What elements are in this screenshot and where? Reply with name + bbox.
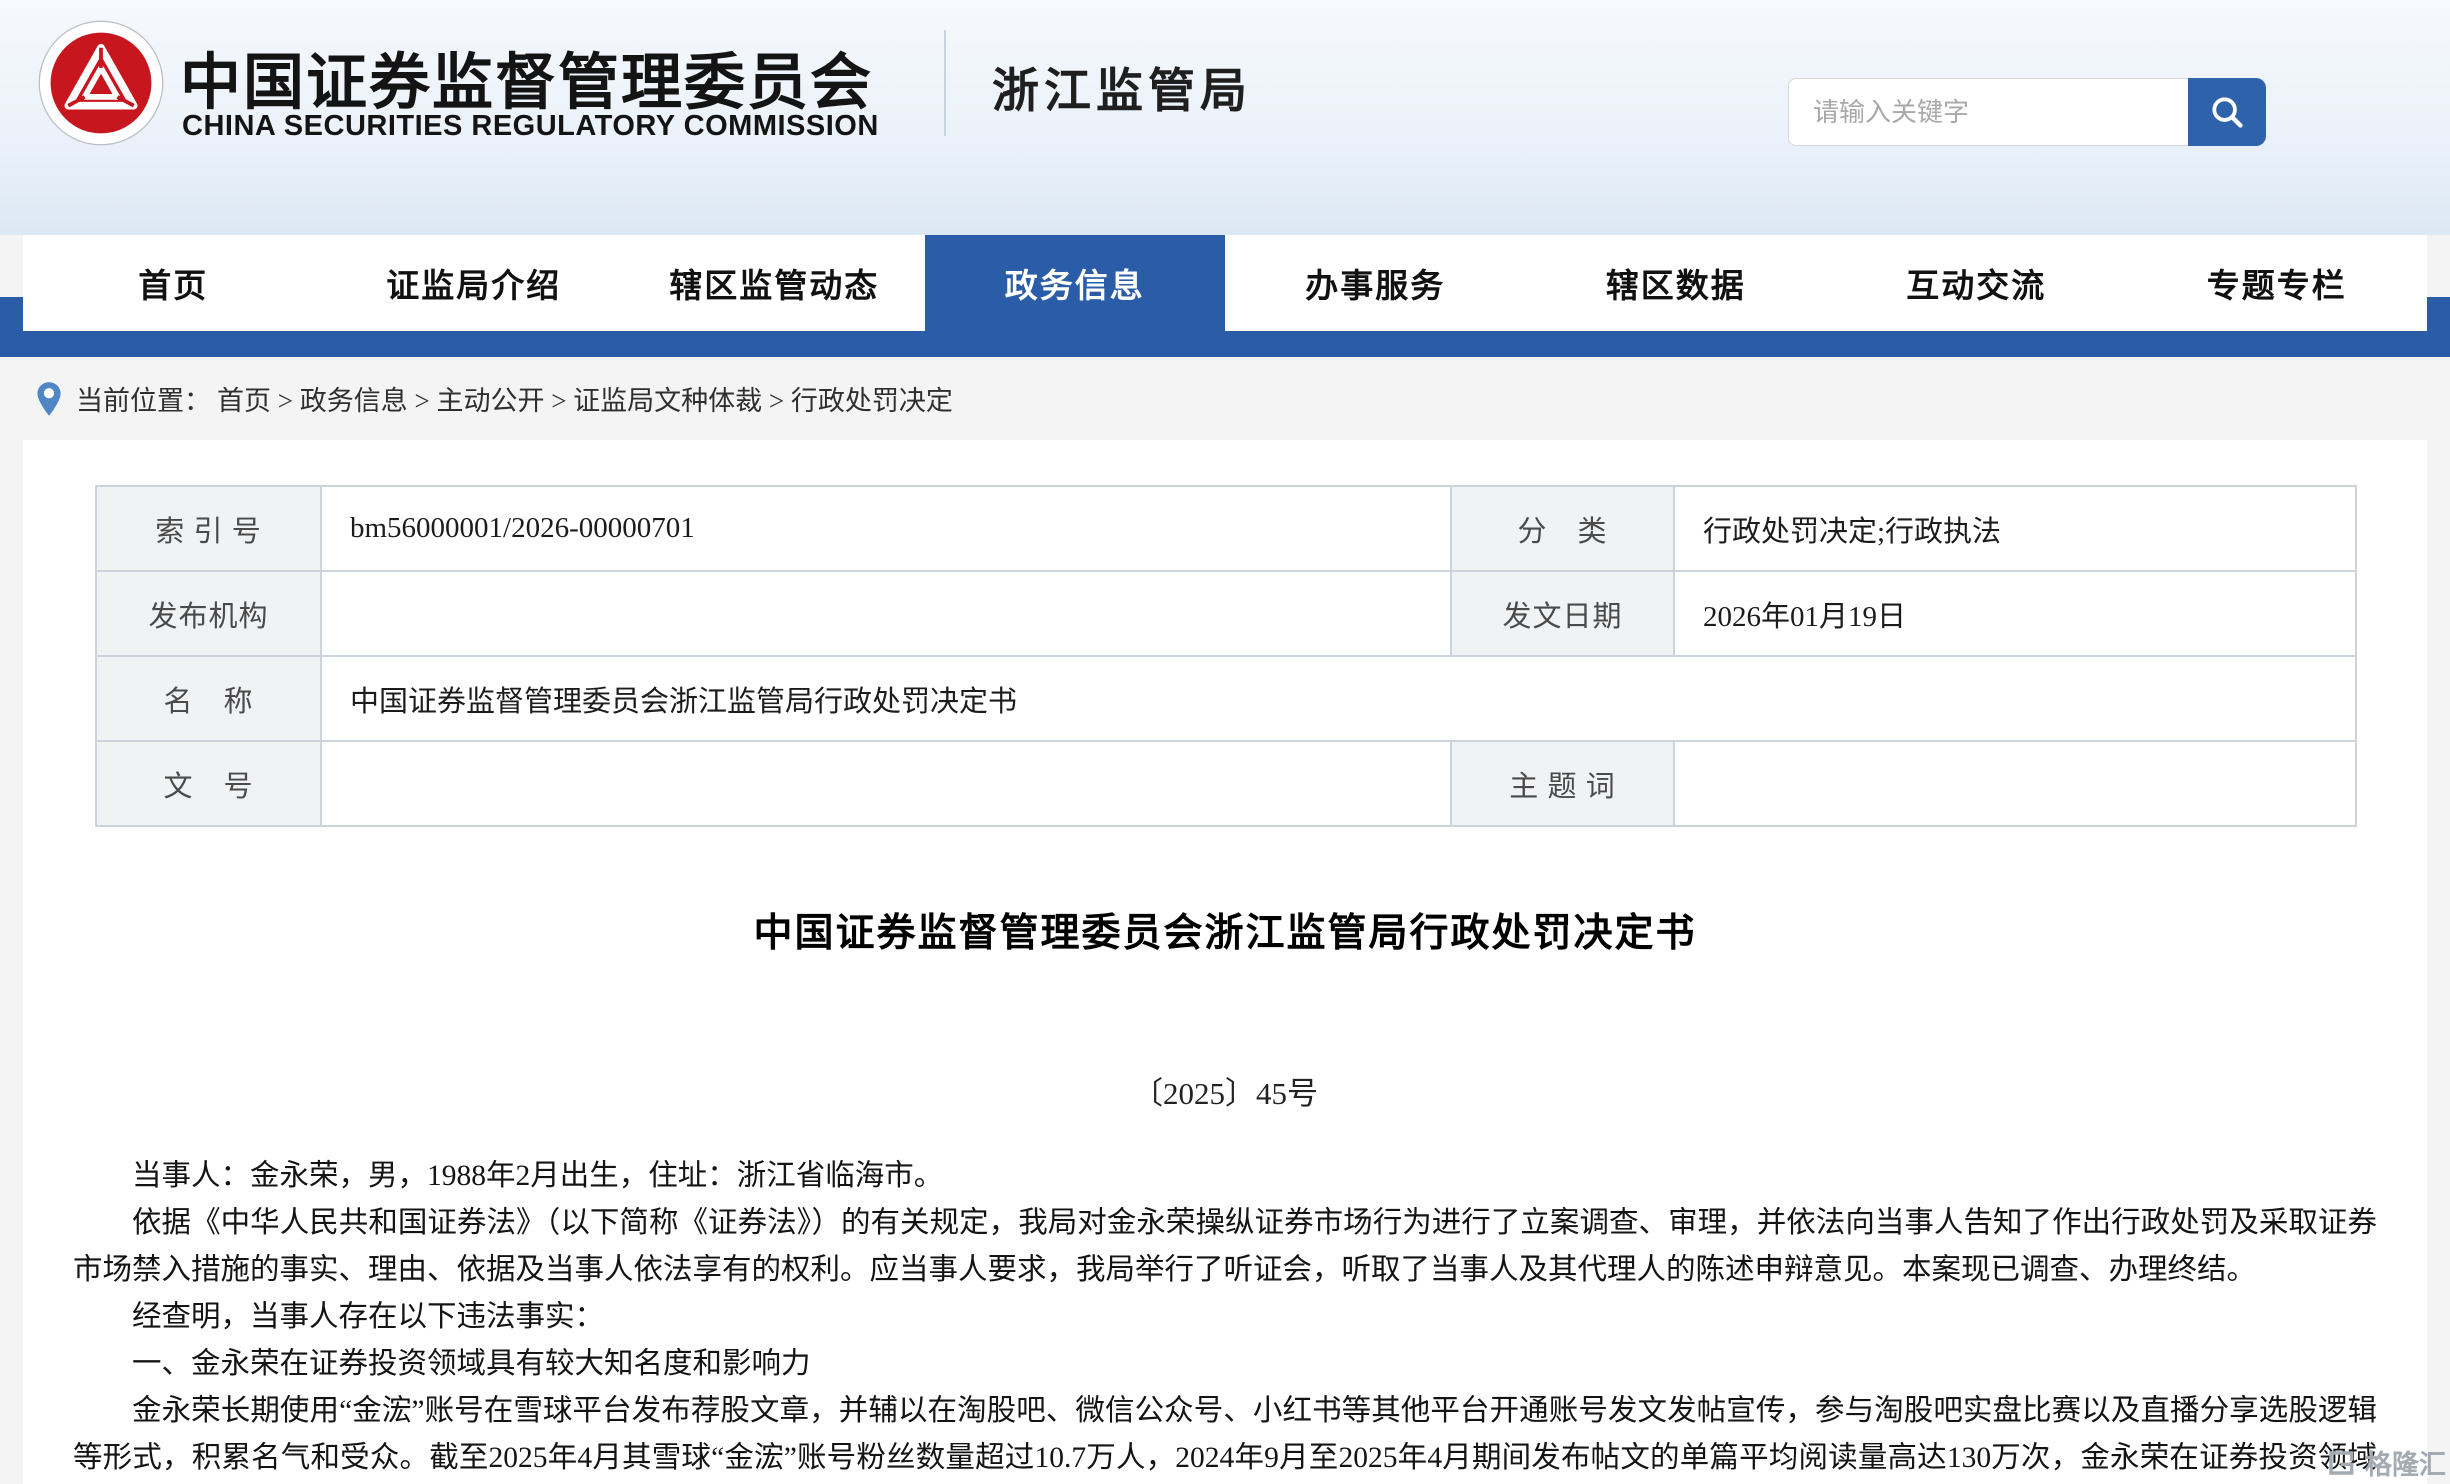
org-name-en: CHINA SECURITIES REGULATORY COMMISSION [182,110,879,143]
subject-words-value [1674,741,2356,826]
paragraph-facts: 金永荣长期使用“金浤”账号在雪球平台发布荐股文章，并辅以在淘股吧、微信公众号、小… [73,1388,2377,1484]
document-meta-table: 索 引 号 bm56000001/2026-00000701 分 类 行政处罚决… [95,485,2357,827]
breadcrumb-prefix: 当前位置： [76,379,211,418]
doc-number-value [321,741,1451,826]
table-row: 文 号 主 题 词 [96,741,2356,826]
issuing-agency-label: 发布机构 [96,571,321,656]
index-number-value: bm56000001/2026-00000701 [321,486,1451,571]
table-row: 发布机构 发文日期 2026年01月19日 [96,571,2356,656]
table-row: 索 引 号 bm56000001/2026-00000701 分 类 行政处罚决… [96,486,2356,571]
site-header: 中国证券监督管理委员会 CHINA SECURITIES REGULATORY … [0,0,2450,235]
main-navigation: 首页 证监局介绍 辖区监管动态 政务信息 办事服务 辖区数据 互动交流 专题专栏 [0,235,2450,357]
bureau-name: 浙江监管局 [992,52,1252,121]
org-name-cn: 中国证券监督管理委员会 [180,32,873,121]
search-input[interactable] [1788,78,2188,146]
breadcrumb: 当前位置： 首页 > 政务信息 > 主动公开 > 证监局文种体裁 > 行政处罚决… [0,357,2450,440]
nav-tab-regional-data[interactable]: 辖区数据 [1526,235,1827,331]
search-icon [2208,93,2246,131]
gelonghui-logo [2325,1447,2357,1479]
nav-panel: 首页 证监局介绍 辖区监管动态 政务信息 办事服务 辖区数据 互动交流 专题专栏 [23,235,2427,331]
search-box [1788,78,2266,146]
csrc-emblem-logo [38,20,164,146]
name-label: 名 称 [96,656,321,741]
name-value: 中国证券监督管理委员会浙江监管局行政处罚决定书 [321,656,2356,741]
location-pin-icon [36,381,62,417]
nav-tab-bureau-intro[interactable]: 证监局介绍 [324,235,625,331]
category-value: 行政处罚决定;行政执法 [1674,486,2356,571]
content-panel: 索 引 号 bm56000001/2026-00000701 分 类 行政处罚决… [23,440,2427,1484]
breadcrumb-path[interactable]: 首页 > 政务信息 > 主动公开 > 证监局文种体裁 > 行政处罚决定 [217,379,953,418]
page: 中国证券监督管理委员会 CHINA SECURITIES REGULATORY … [0,0,2450,1484]
document-number: 〔2025〕45号 [73,1068,2377,1113]
nav-tab-special-topics[interactable]: 专题专栏 [2127,235,2428,331]
table-row: 名 称 中国证券监督管理委员会浙江监管局行政处罚决定书 [96,656,2356,741]
nav-tab-regional-dynamics[interactable]: 辖区监管动态 [624,235,925,331]
issue-date-value: 2026年01月19日 [1674,571,2356,656]
paragraph-legal-basis: 依据《中华人民共和国证券法》（以下简称《证券法》）的有关规定，我局对金永荣操纵证… [73,1200,2377,1294]
document-body: 当事人：金永荣，男，1988年2月出生，住址：浙江省临海市。 依据《中华人民共和… [73,1153,2377,1484]
gelonghui-watermark: 格隆汇 [2325,1443,2446,1482]
category-label: 分 类 [1451,486,1674,571]
issuing-agency-value [321,571,1451,656]
nav-tab-government-info[interactable]: 政务信息 [925,235,1226,331]
issue-date-label: 发文日期 [1451,571,1674,656]
nav-tab-services[interactable]: 办事服务 [1225,235,1526,331]
brand-divider [944,30,946,136]
nav-tab-interaction[interactable]: 互动交流 [1826,235,2127,331]
watermark-label: 格隆汇 [2365,1443,2446,1482]
paragraph-section-heading: 一、金永荣在证券投资领域具有较大知名度和影响力 [73,1341,2377,1388]
paragraph-parties: 当事人：金永荣，男，1988年2月出生，住址：浙江省临海市。 [73,1153,2377,1200]
subject-words-label: 主 题 词 [1451,741,1674,826]
doc-number-label: 文 号 [96,741,321,826]
nav-tab-home[interactable]: 首页 [23,235,324,331]
paragraph-findings-intro: 经查明，当事人存在以下违法事实： [73,1294,2377,1341]
document-title: 中国证券监督管理委员会浙江监管局行政处罚决定书 [73,902,2377,958]
search-button[interactable] [2188,78,2266,146]
index-number-label: 索 引 号 [96,486,321,571]
